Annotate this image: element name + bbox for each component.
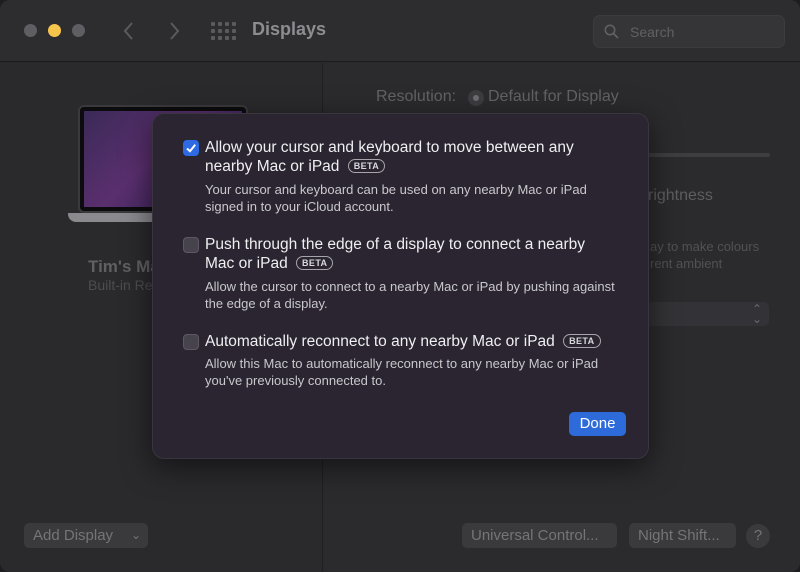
toolbar: Displays Search [0, 0, 800, 62]
search-field[interactable]: Search [593, 15, 785, 48]
display-subtitle: Built-in Re [88, 277, 153, 293]
true-tone-description-line1: ay to make colours [650, 239, 760, 254]
option-title-text: Allow your cursor and keyboard to move b… [205, 139, 574, 175]
chevron-down-icon: ⌄ [130, 528, 141, 542]
beta-badge: BETA [347, 159, 386, 173]
show-all-grid-icon[interactable] [211, 22, 236, 40]
chevron-right-icon [170, 22, 180, 40]
refresh-rate-select[interactable]: ⌃ ⌄ [644, 302, 769, 326]
add-display-label: Add Display [33, 527, 114, 544]
option-title: Allow your cursor and keyboard to move b… [205, 138, 615, 176]
checkmark-icon [186, 144, 196, 153]
true-tone-description-line2: rent ambient [650, 256, 723, 271]
option-description: Your cursor and keyboard can be used on … [205, 182, 587, 214]
search-placeholder: Search [630, 24, 675, 40]
help-button[interactable]: ? [746, 524, 770, 548]
zoom-window-button[interactable] [72, 24, 85, 37]
displays-window: Displays Search Tim's Ma Built-in Re Add… [0, 0, 800, 572]
search-icon [604, 24, 619, 39]
forward-button[interactable] [162, 18, 186, 44]
minimize-window-button[interactable] [48, 24, 61, 37]
night-shift-button[interactable]: Night Shift... [629, 523, 736, 548]
option-description: Allow this Mac to automatically reconnec… [205, 356, 599, 388]
updown-chevron-icon: ⌃ ⌄ [751, 302, 762, 326]
resolution-label: Resolution: [376, 88, 457, 105]
allow-cursor-keyboard-checkbox[interactable] [183, 140, 199, 156]
brightness-slider[interactable] [644, 153, 770, 157]
back-button[interactable] [117, 18, 141, 44]
universal-control-button[interactable]: Universal Control... [462, 523, 617, 548]
option-title: Push through the edge of a display to co… [205, 235, 615, 273]
auto-reconnect-checkbox[interactable] [183, 334, 199, 350]
resolution-value: Default for Display [488, 88, 619, 105]
resolution-default-radio[interactable] [468, 90, 484, 106]
beta-badge: BETA [296, 256, 334, 270]
option-title-text: Automatically reconnect to any nearby Ma… [205, 333, 555, 350]
window-title: Displays [252, 19, 327, 39]
display-name: Tim's Ma [88, 257, 160, 276]
add-display-button[interactable]: Add Display ⌄ [24, 523, 148, 548]
option-title-text: Push through the edge of a display to co… [205, 236, 586, 272]
brightness-label: rightness [648, 187, 713, 204]
push-through-edge-checkbox[interactable] [183, 237, 199, 253]
option-description: Allow the cursor to connect to a nearby … [205, 279, 615, 311]
universal-control-sheet: Allow your cursor and keyboard to move b… [152, 113, 649, 459]
option-title: Automatically reconnect to any nearby Ma… [205, 332, 615, 351]
beta-badge: BETA [563, 334, 601, 348]
done-button[interactable]: Done [569, 412, 626, 436]
chevron-left-icon [123, 22, 133, 40]
close-window-button[interactable] [24, 24, 37, 37]
